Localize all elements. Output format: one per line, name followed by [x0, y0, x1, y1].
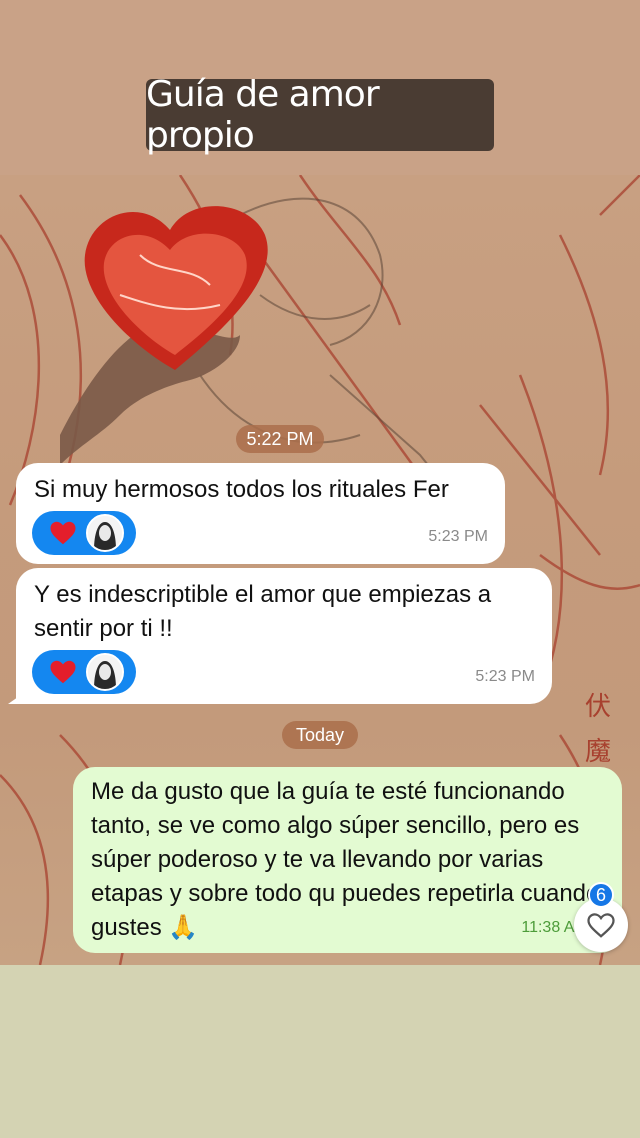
story-title: Guía de amor propio	[146, 74, 494, 156]
date-chip: 5:22 PM	[236, 425, 324, 453]
date-chip: Today	[282, 721, 358, 749]
message-bubble-2[interactable]: Y es indescriptible el amor que empiezas…	[16, 568, 552, 704]
message-time: 11:38 Al	[521, 919, 578, 936]
reactions-badge[interactable]	[32, 511, 136, 555]
bubble-tail	[8, 690, 28, 704]
message-time: 5:23 PM	[475, 668, 535, 685]
story-bottom-area	[0, 965, 640, 1138]
message-time: 5:23 PM	[428, 528, 488, 545]
red-heart-icon	[50, 521, 76, 545]
message-bubble-1[interactable]: Si muy hermosos todos los rituales Fer 5…	[16, 463, 505, 564]
red-heart-icon	[50, 660, 76, 684]
reactions-badge[interactable]	[32, 650, 136, 694]
heart-outline-icon	[587, 913, 615, 938]
woman-avatar-icon	[86, 653, 124, 691]
message-text: Y es indescriptible el amor que empiezas…	[34, 581, 492, 642]
like-count-badge: 6	[588, 882, 614, 908]
message-bubble-3[interactable]: Me da gusto que la guía te esté funciona…	[73, 767, 622, 953]
message-text: Si muy hermosos todos los rituales Fer	[34, 476, 449, 503]
woman-avatar-icon	[86, 514, 124, 552]
kanji-1: 伏	[585, 692, 611, 722]
kanji-2: 魔	[585, 737, 611, 767]
